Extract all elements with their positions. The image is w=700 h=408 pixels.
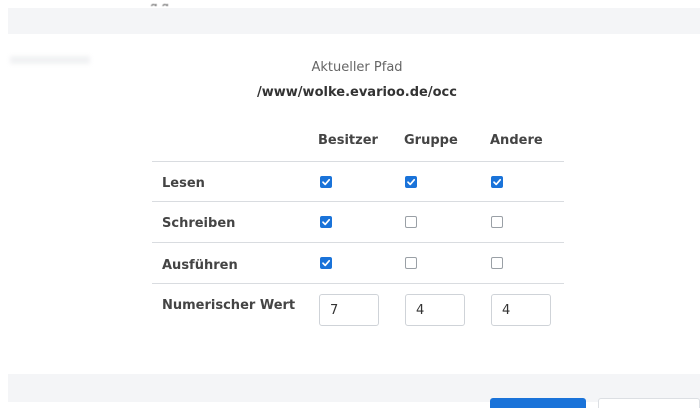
top-strip: g g xyxy=(0,0,700,34)
column-header-group: Gruppe xyxy=(404,133,458,148)
row-label-read: Lesen xyxy=(162,176,205,191)
checkbox-write-owner[interactable] xyxy=(320,216,332,228)
row-label-numeric: Numerischer Wert xyxy=(162,298,296,313)
cancel-button[interactable] xyxy=(598,398,700,408)
checkbox-execute-owner[interactable] xyxy=(320,257,332,269)
numeric-group-input[interactable] xyxy=(405,294,465,326)
checkbox-execute-other[interactable] xyxy=(491,257,503,269)
checkbox-write-other[interactable] xyxy=(491,216,503,228)
row-label-execute: Ausführen xyxy=(162,258,238,273)
checkbox-write-group[interactable] xyxy=(405,216,417,228)
dialog-title-partial: g g xyxy=(150,0,169,6)
numeric-owner-input[interactable] xyxy=(319,294,379,326)
numeric-other-input[interactable] xyxy=(491,294,551,326)
table-divider xyxy=(152,161,564,162)
current-path-value: /www/wolke.evarioo.de/occ xyxy=(257,85,457,100)
table-divider xyxy=(152,283,564,284)
column-header-other: Andere xyxy=(490,133,543,148)
dialog-header-band xyxy=(8,8,700,34)
checkbox-read-other[interactable] xyxy=(491,176,503,188)
table-divider xyxy=(152,201,564,202)
confirm-button[interactable] xyxy=(490,398,586,408)
checkbox-read-owner[interactable] xyxy=(320,176,332,188)
table-divider xyxy=(152,242,564,243)
checkbox-read-group[interactable] xyxy=(405,176,417,188)
checkbox-execute-group[interactable] xyxy=(405,257,417,269)
current-path-label: Aktueller Pfad xyxy=(311,60,403,75)
column-header-owner: Besitzer xyxy=(318,133,378,148)
row-label-write: Schreiben xyxy=(162,216,236,231)
dialog-footer xyxy=(8,374,700,402)
